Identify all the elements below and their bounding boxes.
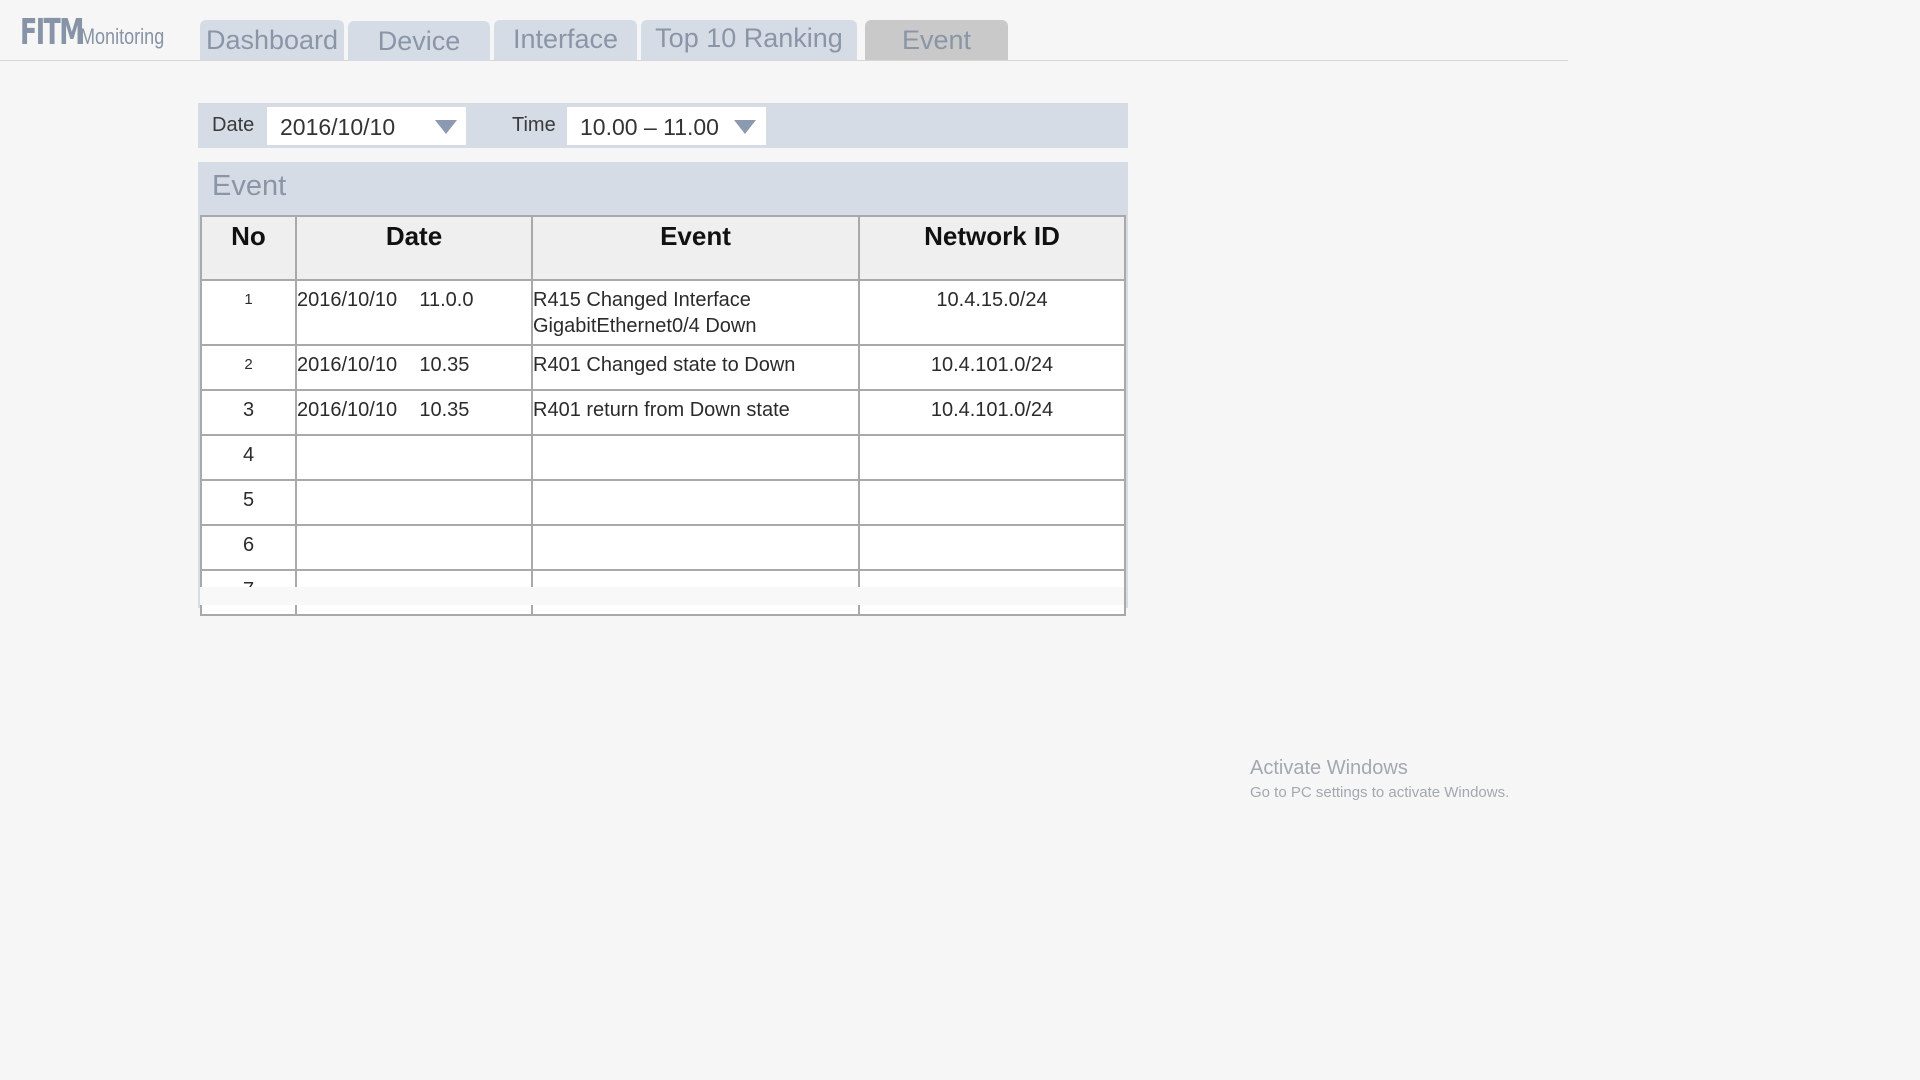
- date-select[interactable]: 2016/10/10: [267, 107, 466, 145]
- watermark-title: Activate Windows: [1250, 757, 1408, 779]
- time-select-value: 10.00 – 11.00: [580, 114, 719, 140]
- table-row[interactable]: 1 2016/10/10 11.0.0 R415 Changed Interfa…: [200, 279, 1126, 346]
- cell-event: [531, 479, 860, 526]
- logo-sub-text: Monitoring: [80, 24, 165, 49]
- filter-bar: Date 2016/10/10 Time 10.00 – 11.00: [198, 103, 1128, 148]
- windows-activation-watermark: Activate Windows Go to PC settings to ac…: [1250, 757, 1509, 801]
- cell-event: R401 Changed state to Down: [531, 344, 860, 391]
- cell-date: [295, 434, 533, 481]
- event-panel-footer: [200, 587, 1124, 605]
- chevron-down-icon: [734, 120, 756, 134]
- tab-event[interactable]: Event: [865, 20, 1008, 60]
- tab-top-10-ranking[interactable]: Top 10 Ranking: [641, 20, 857, 60]
- tab-device[interactable]: Device: [348, 21, 490, 61]
- cell-date: [295, 479, 533, 526]
- event-table: No Date Event Network ID 1 2016/10/10 11…: [200, 215, 1126, 616]
- column-header-event: Event: [531, 215, 860, 281]
- table-row[interactable]: 6: [200, 524, 1126, 571]
- watermark-subtitle: Go to PC settings to activate Windows.: [1250, 784, 1510, 801]
- cell-date: 2016/10/10 10.35: [295, 389, 533, 436]
- column-header-network-id: Network ID: [858, 215, 1126, 281]
- cell-no: 4: [200, 434, 297, 481]
- cell-no: 2: [200, 344, 297, 391]
- cell-date: 2016/10/10 11.0.0: [295, 279, 533, 346]
- table-row[interactable]: 3 2016/10/10 10.35 R401 return from Down…: [200, 389, 1126, 436]
- cell-network-id: 10.4.15.0/24: [858, 279, 1126, 346]
- cell-network-id: [858, 434, 1126, 481]
- column-header-date: Date: [295, 215, 533, 281]
- table-row[interactable]: 4: [200, 434, 1126, 481]
- table-header-row: No Date Event Network ID: [200, 215, 1126, 281]
- date-filter-label: Date: [212, 114, 255, 136]
- column-header-no: No: [200, 215, 297, 281]
- cell-date: 2016/10/10 10.35: [295, 344, 533, 391]
- cell-event: [531, 524, 860, 571]
- cell-no: 5: [200, 479, 297, 526]
- cell-network-id: 10.4.101.0/24: [858, 389, 1126, 436]
- top-navigation-bar: FITMMonitoring Dashboard Device Interfac…: [0, 0, 1568, 61]
- cell-network-id: [858, 524, 1126, 571]
- cell-no: 6: [200, 524, 297, 571]
- event-panel: Event No Date Event Network ID 1 2016/10…: [198, 162, 1128, 616]
- cell-no: 1: [200, 279, 297, 346]
- tab-interface[interactable]: Interface: [494, 20, 637, 60]
- tab-dashboard[interactable]: Dashboard: [200, 20, 344, 60]
- cell-network-id: [858, 479, 1126, 526]
- date-select-value: 2016/10/10: [280, 114, 396, 140]
- time-filter-label: Time: [512, 114, 556, 136]
- cell-event: R401 return from Down state: [531, 389, 860, 436]
- table-row[interactable]: 2 2016/10/10 10.35 R401 Changed state to…: [200, 344, 1126, 391]
- cell-date: [295, 524, 533, 571]
- cell-no: 3: [200, 389, 297, 436]
- fitm-monitoring-logo: FITMMonitoring: [20, 12, 183, 53]
- logo-main-text: FITM: [20, 12, 84, 53]
- time-select[interactable]: 10.00 – 11.00: [567, 107, 766, 145]
- cell-network-id: 10.4.101.0/24: [858, 344, 1126, 391]
- chevron-down-icon: [435, 120, 457, 134]
- cell-event: R415 Changed Interface GigabitEthernet0/…: [531, 279, 860, 346]
- cell-event: [531, 434, 860, 481]
- table-row[interactable]: 5: [200, 479, 1126, 526]
- event-panel-title: Event: [212, 170, 287, 202]
